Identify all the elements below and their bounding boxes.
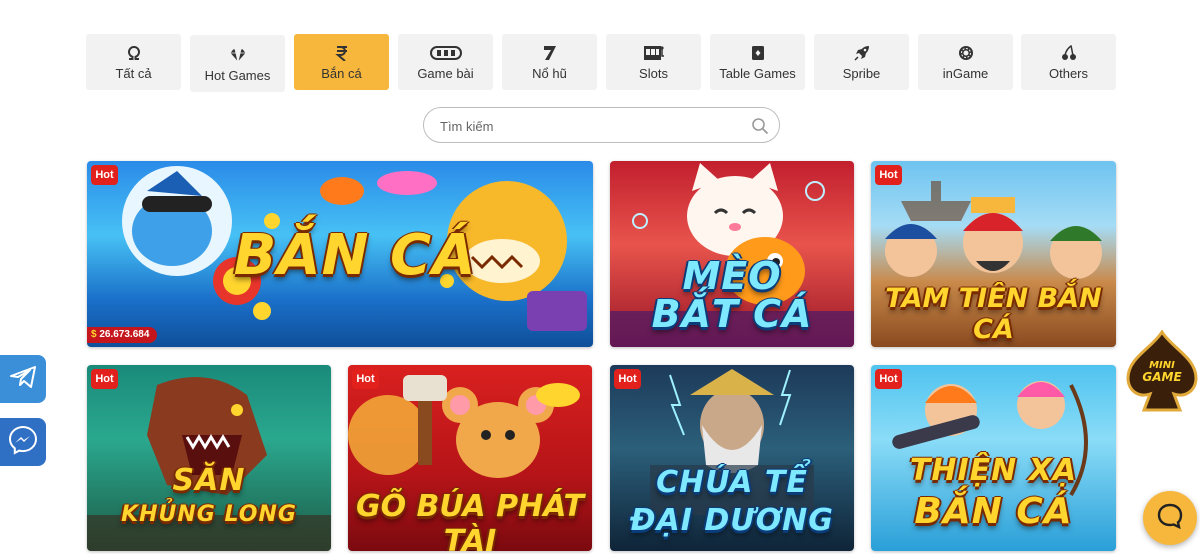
game-title-line-2: BẮT CÁ	[651, 292, 813, 336]
tab-ingame[interactable]: inGame	[918, 34, 1013, 90]
tab-label: Slots	[639, 66, 668, 81]
game-card-tam-tien-ban-ca[interactable]: TAM TIÊN BẮN CÁ Hot	[871, 161, 1116, 347]
tab-game-bai[interactable]: Game bài	[398, 34, 493, 90]
category-tabs: Tất cả Hot Games Bắn cá Game bài Nổ hũ S…	[86, 34, 1116, 92]
tab-ban-ca[interactable]: Bắn cá	[294, 34, 389, 90]
tab-slots[interactable]: Slots	[606, 34, 701, 90]
tab-label: Nổ hũ	[532, 66, 567, 81]
tab-label: inGame	[942, 66, 989, 81]
live-chat-button[interactable]	[1143, 491, 1197, 545]
game-card-ban-ca[interactable]: BẮN CÁ Hot $ 26.673.684	[87, 161, 593, 347]
rocket-icon	[852, 43, 872, 63]
search-input[interactable]	[440, 116, 740, 136]
rupee-icon	[332, 43, 352, 63]
game-card-chua-te-dai-duong[interactable]: CHÚA TỂ ĐẠI DƯƠNG Hot	[610, 365, 854, 551]
hot-badge: Hot	[875, 165, 902, 185]
tab-label: Tất cả	[115, 66, 152, 81]
game-title: GÕ BÚA PHÁT TÀI	[355, 489, 585, 551]
search-icon[interactable]	[751, 117, 769, 135]
hot-badge: Hot	[91, 165, 118, 185]
seven-icon	[540, 43, 560, 63]
telegram-icon	[9, 365, 37, 394]
chip-icon	[956, 43, 976, 63]
hot-badge: Hot	[91, 369, 118, 389]
messenger-icon	[8, 425, 38, 460]
tab-spribe[interactable]: Spribe	[814, 34, 909, 90]
games-page: Tất cả Hot Games Bắn cá Game bài Nổ hũ S…	[0, 0, 1200, 554]
tab-all[interactable]: Tất cả	[86, 34, 181, 90]
game-title-line-2: ĐẠI DƯƠNG	[630, 503, 834, 538]
game-title-line-1: SĂN	[172, 463, 246, 498]
diamond-icon	[228, 45, 248, 65]
omega-icon	[124, 43, 144, 63]
game-title-line-1: THIỆN XẠ	[909, 453, 1078, 488]
tab-label: Hot Games	[204, 67, 271, 83]
messenger-button[interactable]	[0, 418, 46, 466]
jackpot-currency: $	[91, 329, 97, 340]
table-cards-icon	[748, 43, 768, 63]
tab-label: Spribe	[842, 66, 881, 81]
game-title-line-2: KHỦNG LONG	[121, 502, 297, 527]
search-box	[423, 107, 780, 143]
tab-hot-games[interactable]: Hot Games	[190, 35, 285, 92]
hot-badge: Hot	[614, 369, 641, 389]
hot-badge: Hot	[875, 369, 902, 389]
game-title-line-1: CHÚA TỂ	[656, 465, 808, 500]
tab-others[interactable]: Others	[1021, 34, 1116, 90]
game-title-line-2: BẮN CÁ	[914, 491, 1073, 532]
chat-bubble-icon	[1156, 502, 1184, 535]
game-card-thien-xa-ban-ca[interactable]: THIỆN XẠ BẮN CÁ Hot	[871, 365, 1116, 551]
mini-game-label-2: GAME	[1142, 370, 1182, 384]
tab-table-games[interactable]: Table Games	[710, 34, 805, 90]
tab-label: Bắn cá	[321, 66, 362, 81]
game-title-line-1: MÈO	[682, 254, 782, 298]
telegram-button[interactable]	[0, 355, 46, 403]
hot-badge: Hot	[352, 369, 379, 389]
tab-label: Others	[1048, 66, 1088, 81]
jackpot-value: 26.673.684	[99, 329, 150, 340]
game-card-go-bua-phat-tai[interactable]: GÕ BÚA PHÁT TÀI Hot	[348, 365, 592, 551]
cards-icon	[429, 43, 462, 63]
tab-label: Table Games	[719, 66, 796, 81]
game-card-san-khung-long[interactable]: SĂN KHỦNG LONG Hot	[87, 365, 331, 551]
game-title: BẮN CÁ	[233, 223, 477, 288]
jackpot-amount: $ 26.673.684	[87, 327, 158, 343]
tab-no-hu[interactable]: Nổ hũ	[502, 34, 597, 90]
slot-machine-icon	[642, 43, 666, 63]
tab-label: Game bài	[417, 66, 474, 81]
cherry-icon	[1059, 43, 1079, 63]
game-card-meo-bat-ca[interactable]: MÈO BẮT CÁ	[610, 161, 854, 347]
mini-game-button[interactable]: MINI GAME	[1124, 329, 1200, 412]
game-title: TAM TIÊN BẮN CÁ	[885, 283, 1102, 345]
